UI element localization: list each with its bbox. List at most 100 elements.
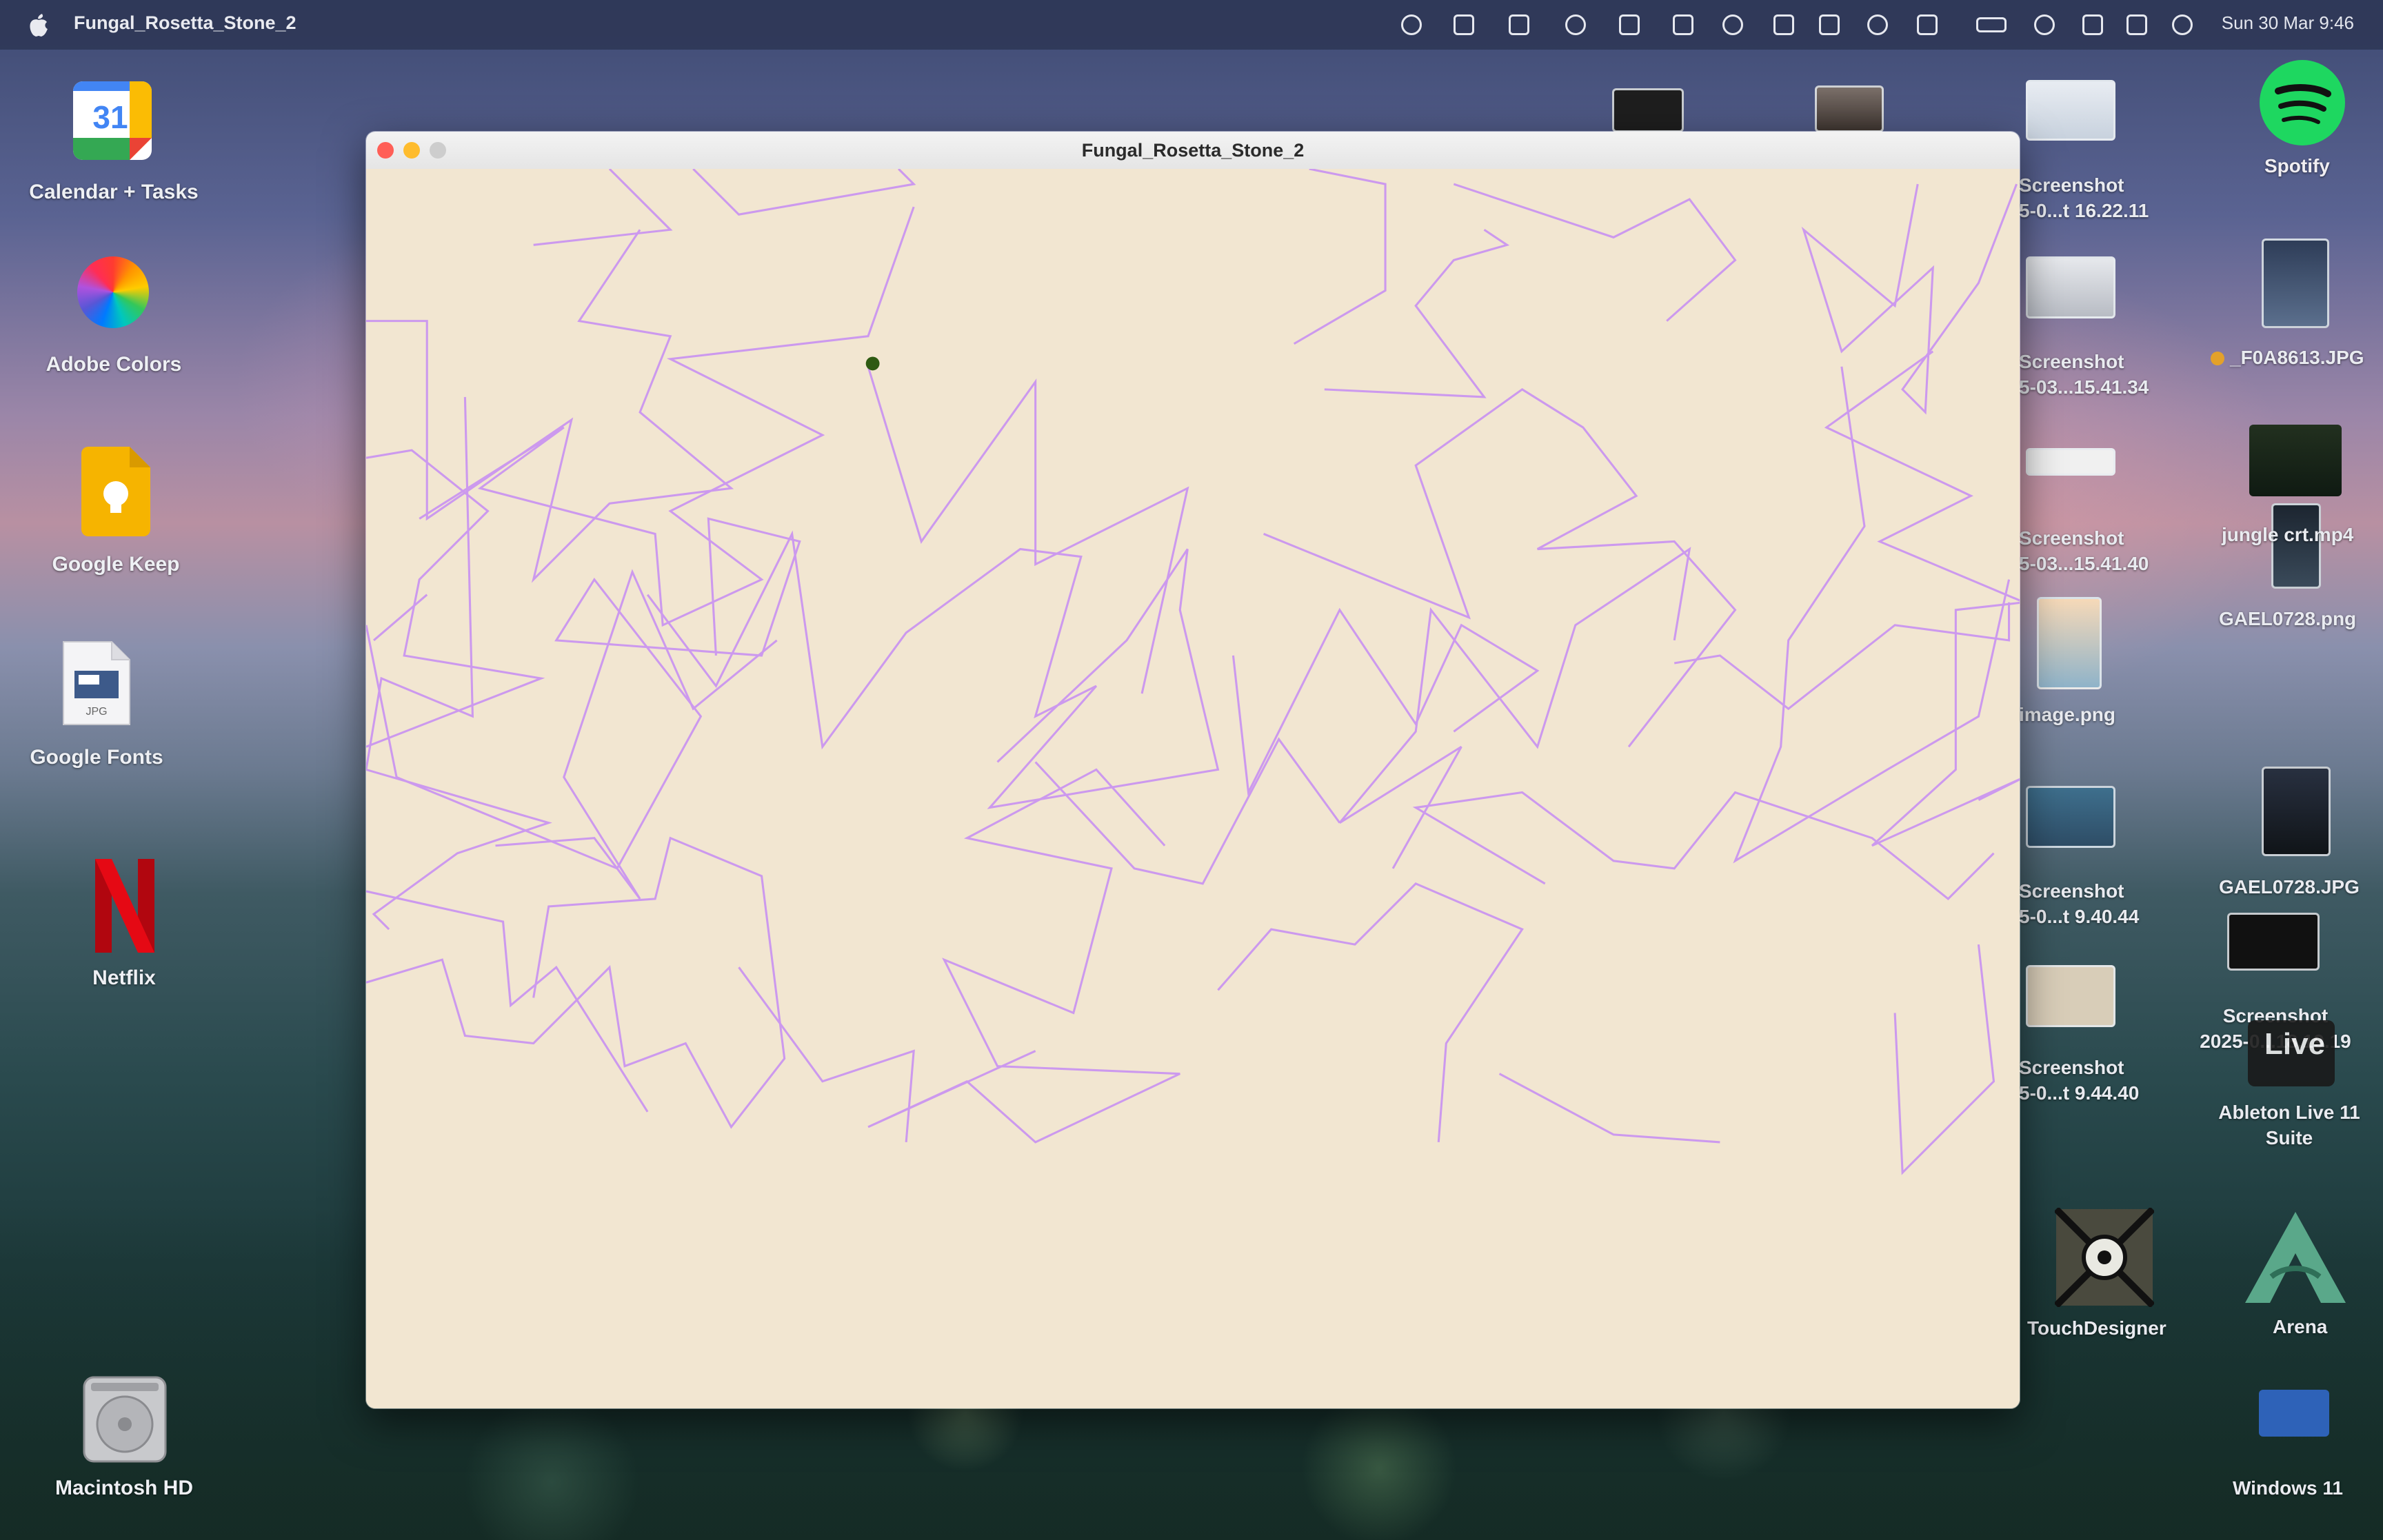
file-label-line: Screenshot bbox=[2019, 174, 2124, 196]
sketch-line bbox=[1733, 366, 2011, 864]
sketch-line bbox=[533, 168, 673, 246]
app-window[interactable]: Fungal_Rosetta_Stone_2 bbox=[365, 131, 2020, 1409]
image-thumbnail[interactable] bbox=[2262, 239, 2329, 328]
sketch-line bbox=[867, 366, 1189, 694]
desktop-file-label[interactable]: GAEL0728.JPG bbox=[2219, 874, 2360, 900]
sketch-line bbox=[373, 594, 428, 642]
file-label-line: Screenshot bbox=[2019, 351, 2124, 372]
google-keep-icon bbox=[81, 447, 150, 536]
desktop-file-label[interactable]: image.png bbox=[2019, 702, 2115, 727]
screenshot-thumbnail[interactable] bbox=[2026, 786, 2115, 848]
shield-icon[interactable] bbox=[1509, 14, 1529, 35]
sketch-line bbox=[1801, 183, 2018, 415]
record-icon[interactable] bbox=[1401, 14, 1422, 35]
desktop-icon-label: Macintosh HD bbox=[54, 1477, 193, 1499]
window-titlebar[interactable]: Fungal_Rosetta_Stone_2 bbox=[366, 132, 2020, 170]
mute-icon[interactable] bbox=[1867, 14, 1888, 35]
desktop-icon-label: Windows 11 bbox=[2233, 1477, 2344, 1499]
sketch-line bbox=[1217, 882, 1524, 1143]
active-app-name[interactable]: Fungal_Rosetta_Stone_2 bbox=[74, 12, 296, 34]
desktop-icon-touchdesigner[interactable]: TouchDesigner bbox=[2013, 1205, 2193, 1343]
desktop-icon-label: Adobe Colors bbox=[46, 353, 182, 376]
control-center-icon[interactable] bbox=[2126, 14, 2147, 35]
siri-icon[interactable] bbox=[2172, 14, 2193, 35]
spotlight-icon[interactable] bbox=[2082, 14, 2103, 35]
sketch-canvas[interactable] bbox=[366, 168, 2020, 1408]
spotify-icon bbox=[2260, 60, 2345, 145]
desktop-icon-spotify[interactable]: Spotify bbox=[2255, 55, 2351, 186]
sketch-line bbox=[366, 836, 786, 1129]
wifi-icon[interactable] bbox=[2034, 14, 2055, 35]
label-line: Ableton Live 11 bbox=[2218, 1102, 2360, 1123]
input-source-icon[interactable] bbox=[1917, 14, 1938, 35]
display-icon[interactable] bbox=[1673, 14, 1693, 35]
desktop-icon-windows[interactable]: Windows 11 bbox=[2220, 1386, 2372, 1510]
image-thumbnail[interactable] bbox=[2037, 597, 2102, 689]
file-label-line: 5-03...15.41.34 bbox=[2019, 376, 2149, 398]
svg-text:JPG: JPG bbox=[86, 706, 107, 718]
sketch-line bbox=[738, 966, 915, 1143]
apple-menu-icon[interactable] bbox=[26, 10, 51, 40]
desktop-file-label[interactable]: jungle crt.mp4 bbox=[2222, 522, 2353, 547]
sketch-line bbox=[867, 768, 1180, 1144]
sketch-line bbox=[495, 569, 778, 900]
video-thumbnail[interactable] bbox=[2249, 425, 2342, 496]
desktop-icon-arena[interactable]: Arena bbox=[2234, 1210, 2358, 1348]
file-label-line: 5-0...t 16.22.11 bbox=[2019, 200, 2149, 221]
file-label-line: 5-03...15.41.40 bbox=[2019, 553, 2149, 574]
hard-drive-icon bbox=[83, 1376, 167, 1463]
desktop-icon-label: Calendar + Tasks bbox=[29, 181, 199, 203]
desktop-icon-google-fonts[interactable]: JPG Google Fonts bbox=[0, 638, 228, 776]
sketch-line bbox=[366, 449, 545, 748]
ableton-icon: Live bbox=[2248, 1020, 2335, 1086]
window-icon[interactable] bbox=[1773, 14, 1794, 35]
grammarly-icon[interactable] bbox=[1565, 14, 1586, 35]
screenshot-thumbnail[interactable] bbox=[2026, 965, 2115, 1027]
sketch-line bbox=[1338, 547, 1691, 869]
sketch-line bbox=[1824, 350, 2020, 847]
file-label-line: Screenshot bbox=[2019, 880, 2124, 902]
file-label-line: image.png bbox=[2019, 704, 2116, 725]
file-label-line: Screenshot bbox=[2019, 527, 2124, 549]
menubar-clock[interactable]: Sun 30 Mar 9:46 bbox=[2222, 12, 2354, 34]
desktop-file-label[interactable]: GAEL0728.png bbox=[2219, 606, 2356, 631]
desktop-file-label[interactable]: Screenshot 5-0...t 9.44.40 bbox=[2019, 1055, 2139, 1106]
screenshot-thumbnail[interactable] bbox=[2227, 913, 2320, 971]
sketch-line bbox=[419, 206, 915, 627]
screenshot-thumbnail[interactable] bbox=[2026, 448, 2115, 476]
screenshot-thumbnail[interactable] bbox=[2026, 256, 2115, 318]
desktop-file-label[interactable]: _F0A8613.JPG bbox=[2230, 345, 2364, 370]
file-label-line: Screenshot bbox=[2019, 1057, 2124, 1078]
desktop-file-label[interactable]: Screenshot 5-0...t 9.40.44 bbox=[2019, 878, 2139, 929]
battery-icon[interactable] bbox=[1976, 17, 2007, 32]
sketch-drawing bbox=[366, 168, 2020, 1408]
sketch-line bbox=[366, 517, 801, 870]
menu-bar: Fungal_Rosetta_Stone_2 Sun 30 Mar 9:46 bbox=[0, 0, 2383, 50]
image-thumbnail[interactable] bbox=[2262, 767, 2331, 856]
desktop-file-label[interactable]: Screenshot 5-0...t 16.22.11 bbox=[2019, 172, 2149, 223]
desktop-icon-label: Spotify bbox=[2264, 155, 2330, 176]
calendar-icon: 31 bbox=[73, 81, 152, 160]
desktop-icon-adobe-colors[interactable]: Adobe Colors bbox=[0, 248, 228, 386]
desktop-icon-calendar[interactable]: 31 Calendar + Tasks bbox=[0, 76, 228, 214]
jpg-file-icon: JPG bbox=[63, 641, 130, 725]
netflix-icon bbox=[95, 859, 154, 953]
screenshot-thumbnail[interactable] bbox=[2026, 80, 2115, 141]
creative-cloud-icon[interactable] bbox=[1454, 14, 1474, 35]
desktop-file-label[interactable]: Screenshot 5-03...15.41.40 bbox=[2019, 525, 2149, 576]
desktop-icon-netflix[interactable]: Netflix bbox=[0, 855, 228, 993]
desktop-icon-ableton[interactable]: Live Ableton Live 11 Suite bbox=[2179, 1020, 2383, 1158]
image-thumbnail[interactable] bbox=[1815, 85, 1884, 132]
screenshot-thumbnail[interactable] bbox=[1612, 88, 1684, 132]
sketch-line bbox=[366, 229, 734, 583]
desktop-file-label[interactable]: Screenshot 5-03...15.41.34 bbox=[2019, 349, 2149, 400]
desktop-icon-label: Ableton Live 11 Suite bbox=[2179, 1100, 2383, 1151]
desktop-icon-macintosh-hd[interactable]: Macintosh HD bbox=[0, 1372, 228, 1510]
bluetooth-icon[interactable] bbox=[1819, 14, 1840, 35]
stage-manager-icon[interactable] bbox=[1722, 14, 1743, 35]
sketch-line bbox=[1231, 607, 1540, 796]
airdrop-icon[interactable] bbox=[1619, 14, 1640, 35]
sketch-line bbox=[646, 530, 1220, 809]
desktop-icon-google-keep[interactable]: Google Keep bbox=[0, 441, 228, 579]
window-title: Fungal_Rosetta_Stone_2 bbox=[1081, 140, 1305, 161]
